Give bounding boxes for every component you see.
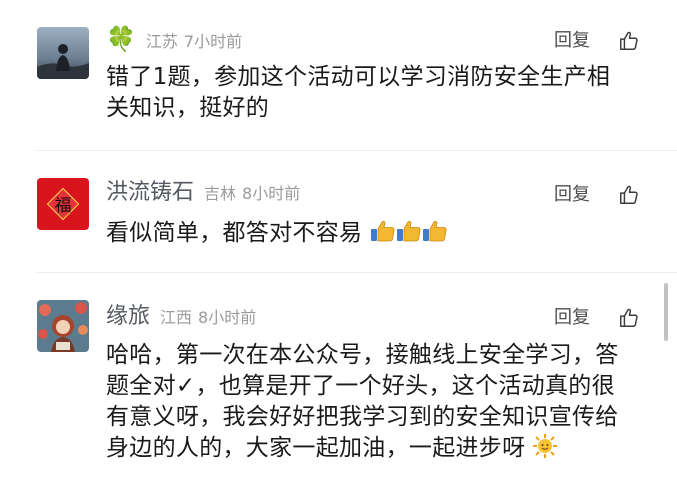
location: 江西 <box>160 308 193 327</box>
fu-avatar-image: 福 <box>37 178 89 230</box>
location: 吉林 <box>204 184 237 203</box>
text-line: 题全对✓，也算是开了一个好头，这个活动真的很 <box>106 373 615 399</box>
text-line: 有意义呀，我会好好把我学习到的安全知识宣传给 <box>106 404 619 430</box>
reply-button[interactable]: 回复 <box>554 303 590 333</box>
text-line: 关知识，挺好的 <box>106 95 270 121</box>
illustrated-girl-avatar-image <box>37 300 89 352</box>
timestamp: 8小时前 <box>198 308 257 327</box>
avatar[interactable]: 福 <box>37 178 89 230</box>
comment-meta: 吉林 8小时前 <box>204 179 300 209</box>
reply-button[interactable]: 回复 <box>554 180 590 210</box>
avatar[interactable] <box>37 27 89 79</box>
text-line: 哈哈，第一次在本公众号，接触线上安全学习，答 <box>106 342 619 368</box>
comment-text: 错了1题，参加这个活动可以学习消防安全生产相 关知识，挺好的 <box>106 62 656 124</box>
like-thumbs-up-icon[interactable] <box>618 184 640 206</box>
avatar[interactable] <box>37 300 89 352</box>
text-line: 错了1题，参加这个活动可以学习消防安全生产相 <box>106 64 611 90</box>
text-line-last: 身边的人的，大家一起加油，一起进步呀 <box>106 433 656 467</box>
thumbs-up-icon <box>370 219 396 252</box>
comment-header: 缘旅 江西 8小时前 <box>106 302 256 332</box>
comment-header: 🍀 江苏 7小时前 <box>106 24 242 54</box>
comment-text: 哈哈，第一次在本公众号，接触线上安全学习，答 题全对✓，也算是开了一个好头，这个… <box>106 340 656 467</box>
like-thumbs-up-icon[interactable] <box>618 307 640 329</box>
comment-text: 看似简单，都答对不容易 <box>106 218 656 252</box>
text-line: 看似简单，都答对不容易 <box>106 220 363 246</box>
thumbs-up-icon <box>396 219 422 252</box>
fu-character: 福 <box>55 196 72 216</box>
location: 江苏 <box>145 32 178 51</box>
username[interactable]: 缘旅 <box>106 302 150 332</box>
divider <box>37 272 677 273</box>
comment-meta: 江苏 7小时前 <box>146 27 242 57</box>
scrollbar-thumb[interactable] <box>664 283 668 341</box>
timestamp: 8小时前 <box>242 184 301 203</box>
like-thumbs-up-icon[interactable] <box>618 30 640 52</box>
sun-face-icon <box>533 434 558 467</box>
comment-meta: 江西 8小时前 <box>160 303 256 333</box>
text-line: 身边的人的，大家一起加油，一起进步呀 <box>106 435 526 461</box>
divider <box>37 150 677 151</box>
timestamp: 7小时前 <box>183 32 243 51</box>
clover-icon[interactable]: 🍀 <box>106 24 136 54</box>
comment-header: 洪流铸石 吉林 8小时前 <box>106 178 300 208</box>
username[interactable]: 洪流铸石 <box>106 178 194 208</box>
thumbs-up-icon <box>422 219 448 252</box>
reply-button[interactable]: 回复 <box>554 26 590 56</box>
avatar-silhouette-image <box>37 27 89 79</box>
